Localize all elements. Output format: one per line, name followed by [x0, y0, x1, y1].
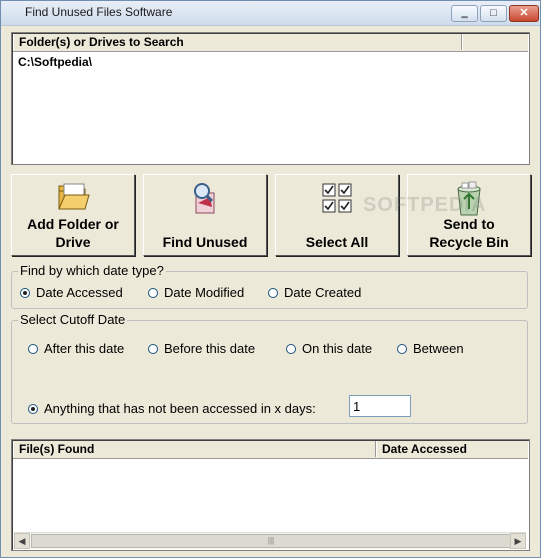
- search-files-icon: [188, 181, 222, 220]
- watermark: SOFTPEDIA: [363, 194, 487, 216]
- arrow-left-icon: ◀: [18, 536, 26, 546]
- radio-unselected-icon: [148, 288, 158, 298]
- find-unused-label: Find Unused: [162, 234, 248, 250]
- radio-days-not-accessed[interactable]: Anything that has not been accessed in x…: [28, 401, 316, 416]
- radio-label: Before this date: [164, 341, 256, 356]
- folder-list-item[interactable]: C:\Softpedia\: [18, 55, 92, 69]
- radio-label: Between: [413, 341, 464, 356]
- scroll-right-button[interactable]: ▶: [510, 533, 526, 549]
- minimize-button[interactable]: ‗: [451, 5, 478, 22]
- grip-icon: |||: [267, 536, 275, 545]
- radio-label: Anything that has not been accessed in x…: [44, 401, 316, 416]
- radio-unselected-icon: [148, 344, 158, 354]
- folder-list[interactable]: Folder(s) or Drives to Search C:\Softped…: [11, 32, 530, 165]
- radio-unselected-icon: [28, 344, 38, 354]
- files-found-column-header[interactable]: File(s) Found: [13, 441, 376, 457]
- results-list[interactable]: File(s) Found Date Accessed ◀ ||| ▶: [11, 439, 530, 551]
- radio-unselected-icon: [268, 288, 278, 298]
- radio-date-created[interactable]: Date Created: [268, 285, 361, 300]
- select-all-label: Select All: [305, 234, 369, 250]
- radio-label: After this date: [44, 341, 125, 356]
- title-bar[interactable]: Find Unused Files Software ‗ □ ✕: [1, 1, 540, 26]
- minimize-icon: ‗: [461, 7, 468, 19]
- cutoff-legend: Select Cutoff Date: [18, 312, 128, 327]
- find-unused-button[interactable]: Find Unused: [143, 174, 267, 256]
- radio-label: Date Accessed: [36, 285, 123, 300]
- radio-unselected-icon: [397, 344, 407, 354]
- close-button[interactable]: ✕: [509, 5, 539, 22]
- radio-on-date[interactable]: On this date: [286, 341, 372, 356]
- radio-selected-icon: [28, 404, 38, 414]
- date-accessed-column-header[interactable]: Date Accessed: [376, 441, 528, 457]
- radio-before-date[interactable]: Before this date: [148, 341, 255, 356]
- maximize-button[interactable]: □: [480, 5, 507, 22]
- scrollbar-thumb[interactable]: |||: [31, 534, 511, 548]
- cutoff-group: Select Cutoff Date After this date Befor…: [11, 312, 528, 424]
- radio-unselected-icon: [286, 344, 296, 354]
- add-folder-label: Add Folder or Drive: [27, 216, 119, 250]
- send-to-recycle-label: Send to Recycle Bin: [429, 216, 509, 250]
- radio-date-accessed[interactable]: Date Accessed: [20, 285, 123, 300]
- days-input[interactable]: [349, 395, 411, 417]
- close-icon: ✕: [519, 7, 529, 19]
- window-title: Find Unused Files Software: [25, 5, 173, 19]
- folder-list-header: Folder(s) or Drives to Search: [13, 34, 528, 52]
- client-area: Folder(s) or Drives to Search C:\Softped…: [5, 28, 536, 554]
- blank-column-header[interactable]: [462, 34, 528, 50]
- maximize-icon: □: [490, 7, 497, 19]
- radio-label: Date Modified: [164, 285, 245, 300]
- folder-open-icon: [56, 181, 90, 216]
- radio-between[interactable]: Between: [397, 341, 464, 356]
- arrow-right-icon: ▶: [514, 536, 522, 546]
- radio-date-modified[interactable]: Date Modified: [148, 285, 244, 300]
- radio-label: Date Created: [284, 285, 362, 300]
- select-all-icon: [320, 181, 354, 218]
- scroll-left-button[interactable]: ◀: [14, 533, 30, 549]
- date-type-group: Find by which date type? Date Accessed D…: [11, 263, 528, 309]
- radio-selected-icon: [20, 288, 30, 298]
- radio-after-date[interactable]: After this date: [28, 341, 124, 356]
- main-window: Find Unused Files Software ‗ □ ✕ Folder(…: [0, 0, 541, 558]
- add-folder-button[interactable]: Add Folder or Drive: [11, 174, 135, 256]
- results-list-header: File(s) Found Date Accessed: [13, 441, 528, 459]
- radio-label: On this date: [302, 341, 373, 356]
- horizontal-scrollbar[interactable]: ◀ ||| ▶: [14, 532, 526, 549]
- date-type-legend: Find by which date type?: [18, 263, 166, 278]
- folder-column-header[interactable]: Folder(s) or Drives to Search: [13, 34, 462, 50]
